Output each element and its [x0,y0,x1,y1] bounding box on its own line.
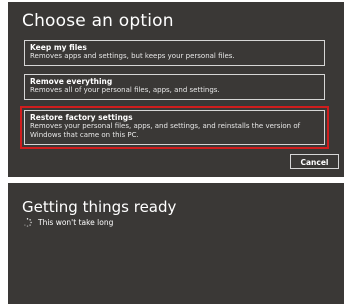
option-title: Remove everything [30,77,113,86]
restore-factory-settings-option[interactable]: Restore factory settings Removes your pe… [24,110,325,145]
page-title: Choose an option [22,11,174,31]
remove-everything-option[interactable]: Remove everything Removes all of your pe… [24,74,325,100]
option-description: Removes all of your personal files, apps… [30,86,220,94]
cancel-button[interactable]: Cancel [290,154,339,169]
loading-spinner-icon [24,218,32,227]
option-title: Keep my files [30,43,87,52]
option-title: Restore factory settings [30,113,133,122]
option-description: Removes apps and settings, but keeps you… [30,52,235,60]
keep-my-files-option[interactable]: Keep my files Removes apps and settings,… [24,40,325,66]
page-title: Getting things ready [22,198,177,216]
option-description: Removes your personal files, apps, and s… [30,122,301,139]
getting-things-ready-screen: Getting things ready This won't take lon… [8,183,344,304]
status-text: This won't take long [38,218,114,227]
choose-an-option-screen: Choose an option Keep my files Removes a… [8,2,344,177]
